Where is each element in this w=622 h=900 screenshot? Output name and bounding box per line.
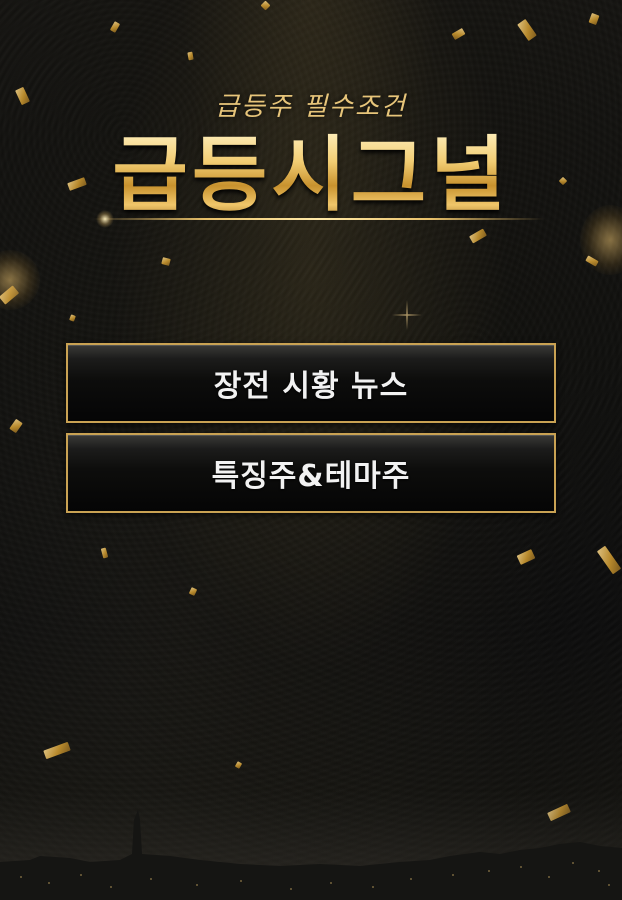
confetti-piece — [234, 761, 243, 769]
title-underline — [92, 218, 544, 220]
lens-flare — [96, 210, 114, 228]
confetti-piece — [451, 27, 466, 41]
confetti-piece — [100, 547, 109, 559]
premarket-news-label: 장전 시황 뉴스 — [213, 369, 409, 404]
confetti-piece — [517, 18, 537, 42]
app-title-logo: 급등시그널 — [0, 128, 622, 224]
featured-theme-stocks-button[interactable]: 특징주&테마주 — [66, 433, 556, 513]
confetti-piece — [260, 0, 271, 11]
confetti-piece — [588, 12, 600, 26]
splash-screen: 급등주 필수조건 급등시그널 장전 시황 뉴스 특징주&테마주 — [0, 0, 622, 900]
featured-theme-stocks-label: 특징주&테마주 — [211, 459, 411, 494]
confetti-piece — [69, 314, 76, 322]
confetti-piece — [109, 21, 121, 33]
confetti-piece — [9, 418, 23, 434]
city-skyline — [0, 790, 622, 900]
confetti-piece — [516, 549, 536, 565]
confetti-piece — [596, 545, 622, 575]
confetti-piece — [161, 257, 171, 266]
confetti-piece — [43, 741, 71, 760]
confetti-piece — [187, 51, 194, 61]
sparkle-icon — [392, 300, 422, 330]
tagline: 급등주 필수조건 — [215, 92, 407, 122]
confetti-piece — [469, 228, 487, 244]
confetti-piece — [188, 587, 198, 596]
bokeh-glow — [0, 250, 40, 310]
premarket-news-button[interactable]: 장전 시황 뉴스 — [66, 343, 556, 423]
